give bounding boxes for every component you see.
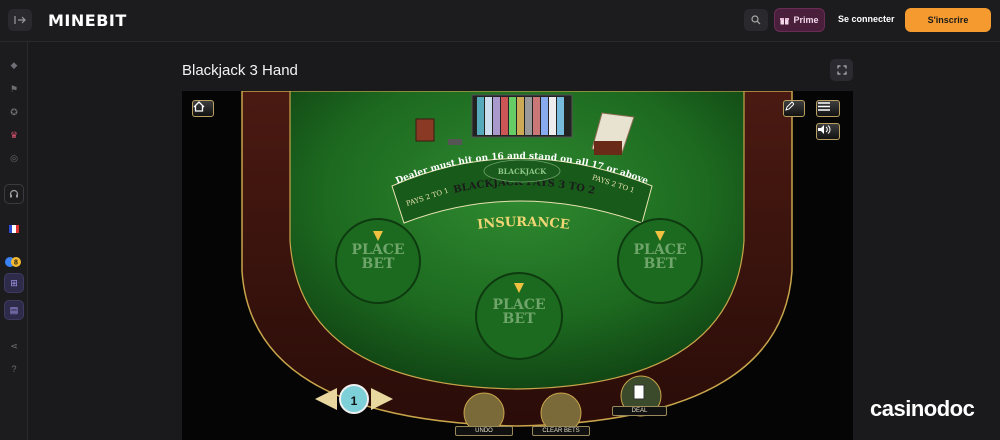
left-sidebar: ◆ ⚑ ✪ ♛ ◎ 8 ⊞ ▤ ⋖ ? bbox=[0, 42, 28, 440]
coin-stack-icon[interactable]: 8 bbox=[5, 255, 23, 269]
help-icon[interactable]: ? bbox=[7, 362, 21, 376]
minebit-logo[interactable]: MINEBIT bbox=[48, 11, 127, 30]
fullscreen-button[interactable] bbox=[830, 59, 853, 81]
pen-icon bbox=[785, 101, 794, 111]
login-link[interactable]: Se connecter bbox=[838, 14, 895, 24]
prime-label: Prime bbox=[793, 15, 819, 25]
fullscreen-icon bbox=[836, 65, 847, 75]
language-selector[interactable] bbox=[7, 222, 21, 236]
collapse-icon bbox=[14, 16, 26, 24]
deal-button[interactable]: DEAL bbox=[612, 406, 667, 416]
french-flag-icon bbox=[9, 225, 19, 233]
blackjack-table: BLACKJACK PAYS 3 TO 2 Dealer must hit on… bbox=[241, 91, 793, 434]
search-icon bbox=[751, 15, 761, 25]
home-button[interactable] bbox=[192, 100, 214, 117]
poker-chip-icon[interactable]: ◆ bbox=[7, 58, 21, 72]
casinodoc-watermark: casinodoc bbox=[870, 396, 975, 421]
prime-button[interactable]: Prime bbox=[774, 8, 825, 32]
casino-chip-icon[interactable]: ◎ bbox=[7, 151, 21, 165]
place-bet-left[interactable]: PLACE BET bbox=[342, 243, 414, 271]
discard-tray bbox=[415, 118, 435, 142]
game-frame[interactable]: BLACKJACK PAYS 3 TO 2 Dealer must hit on… bbox=[182, 91, 853, 440]
chip-rack bbox=[477, 97, 564, 135]
chip-value[interactable]: 1 bbox=[341, 391, 367, 411]
document-button[interactable]: ▤ bbox=[4, 300, 24, 320]
gift-icon bbox=[780, 17, 790, 24]
page-title: Blackjack 3 Hand bbox=[182, 62, 298, 79]
place-bet-center[interactable]: PLACE BET bbox=[483, 298, 555, 326]
menu-button[interactable] bbox=[816, 100, 840, 117]
place-bet-right[interactable]: PLACE BET bbox=[624, 243, 696, 271]
sound-button[interactable] bbox=[816, 123, 840, 140]
clear-bets-button[interactable]: CLEAR BETS bbox=[532, 426, 590, 436]
crown-icon[interactable]: ♛ bbox=[7, 128, 21, 142]
home-icon bbox=[193, 101, 205, 112]
document-icon: ▤ bbox=[9, 304, 19, 315]
sidebar-toggle-button[interactable] bbox=[8, 9, 32, 31]
flag-icon[interactable]: ⚑ bbox=[7, 82, 21, 96]
history-button[interactable] bbox=[783, 100, 805, 117]
share-icon[interactable]: ⋖ bbox=[7, 339, 21, 353]
undo-button[interactable]: UNDO bbox=[455, 426, 513, 436]
speaker-icon bbox=[818, 125, 831, 134]
headset-icon bbox=[9, 189, 19, 198]
top-bar: MINEBIT Prime Se connecter S'inscrire bbox=[0, 0, 1000, 42]
shop-cart-icon: ⊞ bbox=[10, 277, 18, 288]
dealer-button bbox=[448, 139, 462, 145]
search-button[interactable] bbox=[744, 9, 768, 31]
trophy-icon[interactable]: ✪ bbox=[7, 105, 21, 119]
menu-icon bbox=[818, 102, 830, 111]
shop-button[interactable]: ⊞ bbox=[4, 273, 24, 293]
brand-plaque-text: BLACKJACK bbox=[498, 167, 547, 176]
coin-badge: 8 bbox=[14, 260, 18, 267]
signup-button[interactable]: S'inscrire bbox=[905, 8, 991, 32]
support-button[interactable] bbox=[4, 184, 24, 204]
chip-prev-arrow bbox=[315, 388, 337, 410]
